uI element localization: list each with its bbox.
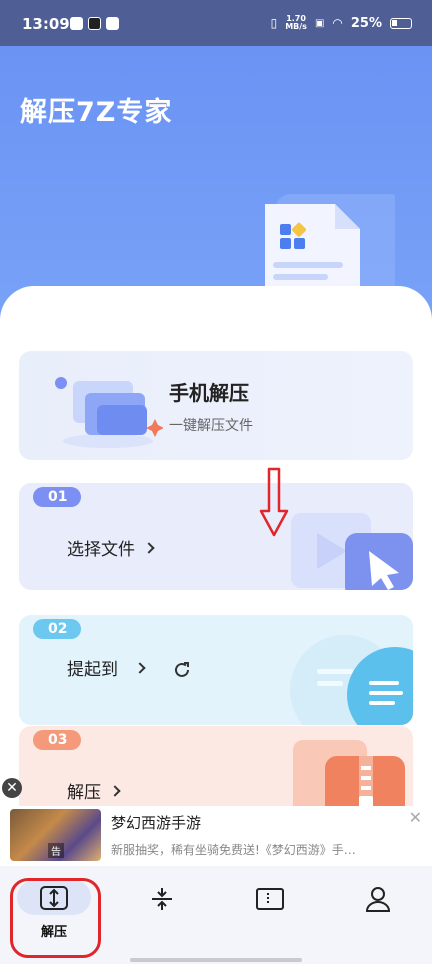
ad-tag: 告 (48, 843, 64, 858)
select-file-link[interactable]: 选择文件 (67, 535, 155, 560)
profile-icon (365, 887, 391, 912)
export-illustration-icon (290, 635, 413, 725)
ad-close-button[interactable]: ✕ (2, 778, 22, 798)
message-icon (106, 17, 119, 30)
tab-compress[interactable] (122, 880, 202, 940)
ad-dismiss-icon[interactable]: ✕ (409, 808, 422, 827)
ad-banner[interactable]: 告 梦幻西游手游 新服抽奖，稀有坐骑免费送!《梦幻西游》手… ✕ (0, 806, 432, 866)
compress-icon (152, 888, 172, 910)
select-file-label: 选择文件 (67, 540, 135, 560)
extract-to-link[interactable]: 提起到 (67, 655, 146, 680)
app-title: 解压7Z专家 (20, 97, 173, 128)
status-bar: 13:09 ▯ 1.70 MB/s ▣ ◠ 25% (0, 0, 432, 46)
unzip-link[interactable]: 解压 (67, 778, 121, 803)
folder-illustration-icon (55, 377, 163, 448)
home-indicator[interactable] (130, 958, 302, 962)
net-speed: 1.70 MB/s (285, 14, 307, 31)
wifi-icon: ◠ (332, 16, 343, 30)
play-icon (88, 17, 101, 30)
battery-text: 25% (350, 15, 382, 31)
step-card-extract-to[interactable]: 02 提起到 (19, 615, 413, 725)
phone-unzip-title: 手机解压 (169, 381, 249, 405)
chevron-right-icon (134, 661, 146, 674)
annotation-circle (10, 878, 101, 958)
ad-title: 梦幻西游手游 (111, 814, 202, 832)
step-badge: 03 (33, 730, 81, 750)
step-card-select-file[interactable]: 01 选择文件 (19, 483, 413, 590)
ad-thumbnail: 告 (10, 809, 101, 861)
notification-icon (70, 17, 83, 30)
sim-icon: ▣ (314, 17, 325, 29)
phone-unzip-card[interactable]: 手机解压 一键解压文件 (19, 351, 413, 460)
status-time: 13:09 (22, 15, 70, 33)
tab-files[interactable] (230, 880, 310, 940)
chevron-right-icon (109, 784, 121, 797)
refresh-icon[interactable] (171, 659, 193, 681)
battery-icon (390, 17, 412, 29)
status-right: ▯ 1.70 MB/s ▣ ◠ 25% (271, 15, 412, 31)
tab-profile[interactable] (338, 880, 418, 940)
step-badge: 02 (33, 619, 81, 639)
phone-unzip-subtitle: 一键解压文件 (169, 418, 253, 434)
step-badge: 01 (33, 487, 81, 507)
extract-to-label: 提起到 (67, 660, 118, 680)
annotation-arrow-icon (259, 467, 289, 537)
vibrate-icon: ▯ (270, 16, 278, 30)
unzip-label: 解压 (67, 783, 101, 803)
chevron-right-icon (143, 541, 155, 554)
file-zip-icon (256, 888, 284, 910)
ad-description: 新服抽奖，稀有坐骑免费送!《梦幻西游》手… (111, 843, 356, 857)
cursor-illustration-icon (291, 513, 413, 590)
